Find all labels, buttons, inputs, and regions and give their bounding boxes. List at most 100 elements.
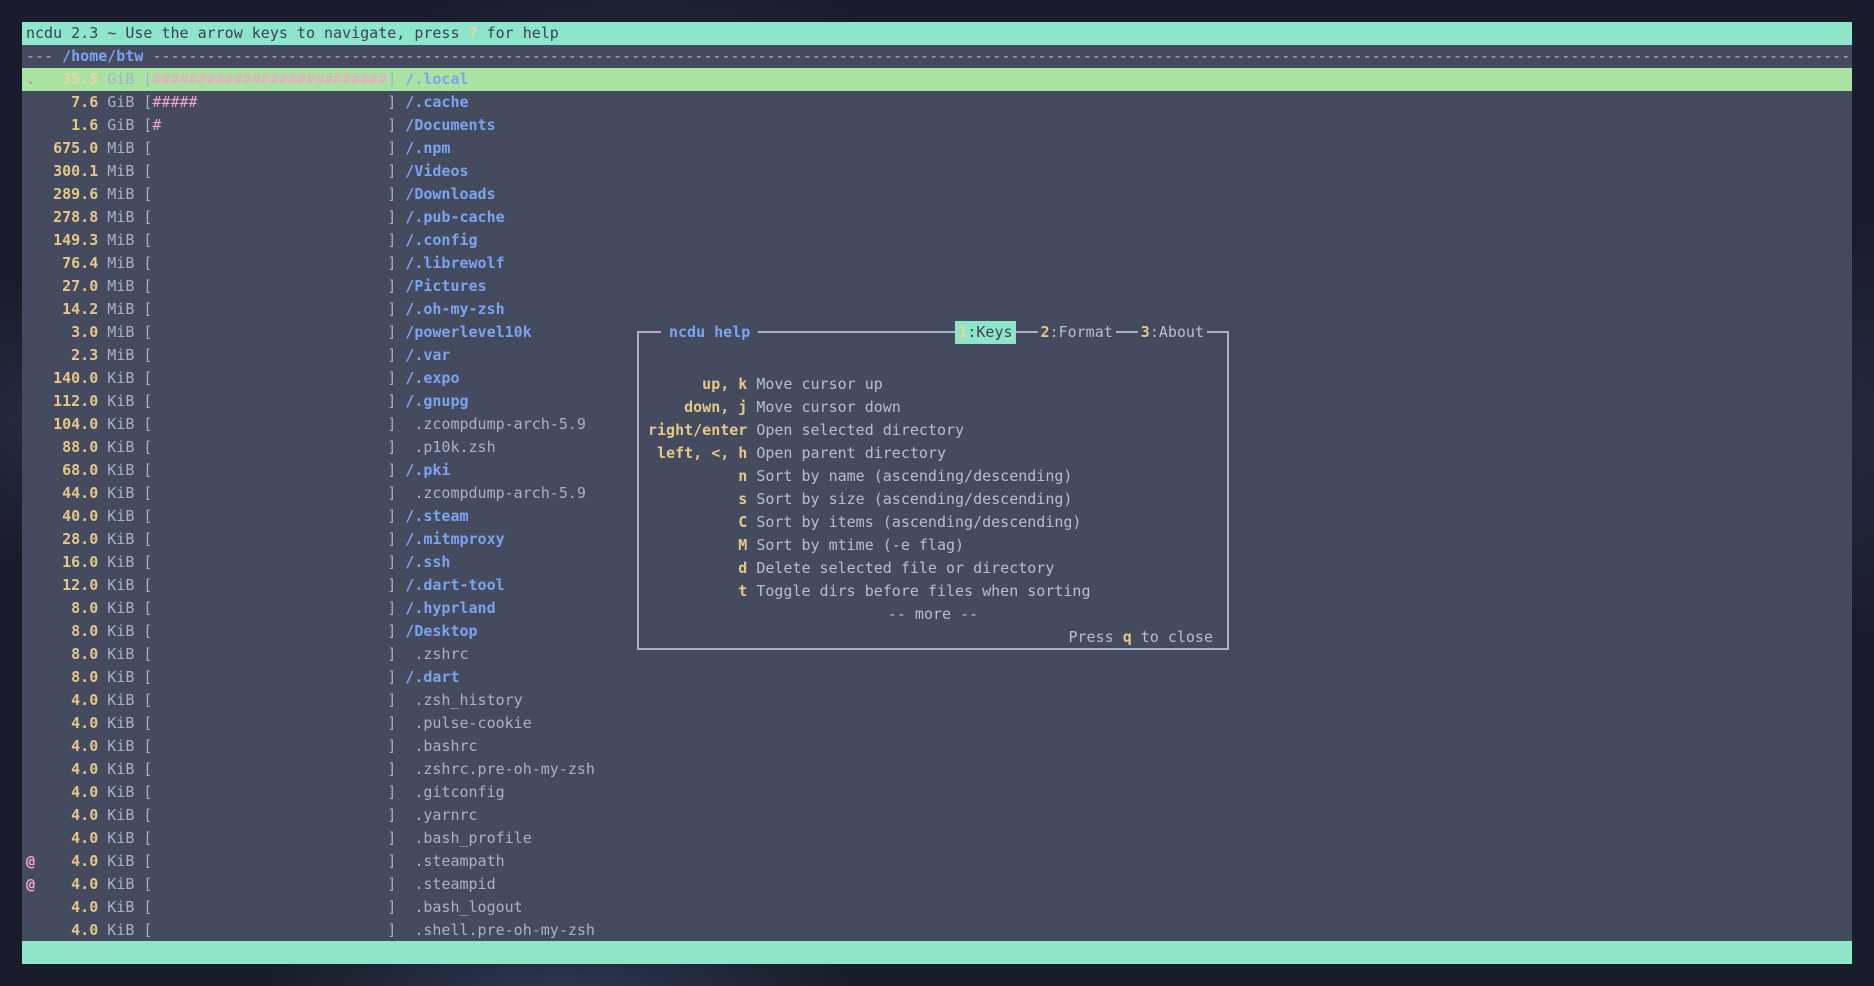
file-row[interactable]: 4.0 KiB [ ] .shell.pre-oh-my-zsh: [22, 919, 1852, 941]
file-row[interactable]: 76.4 MiB [ ] /.librewolf: [22, 252, 1852, 275]
file-size: 4.0: [44, 804, 98, 827]
file-size: 300.1: [44, 160, 98, 183]
file-row[interactable]: 300.1 MiB [ ] /Videos: [22, 160, 1852, 183]
file-flag: [26, 231, 35, 249]
file-name: /Desktop: [405, 622, 477, 640]
file-row[interactable]: 4.0 KiB [ ] .bash_profile: [22, 827, 1852, 850]
usage-bar: [152, 760, 387, 778]
file-row[interactable]: 278.8 MiB [ ] /.pub-cache: [22, 206, 1852, 229]
bar-bracket-close: ]: [387, 576, 396, 594]
file-flag: [26, 898, 35, 916]
file-name: .shell.pre-oh-my-zsh: [405, 921, 595, 939]
file-name: /.pki: [405, 461, 450, 479]
file-row[interactable]: @ 4.0 KiB [ ] .steampath: [22, 850, 1852, 873]
help-entry-desc: Delete selected file or directory: [756, 557, 1054, 580]
file-row[interactable]: 4.0 KiB [ ] .bash_logout: [22, 896, 1852, 919]
help-entry: tToggle dirs before files when sorting: [639, 580, 1227, 603]
usage-bar: [152, 438, 387, 456]
help-entry-key: left, <, h: [648, 442, 747, 465]
bar-bracket-close: ]: [387, 783, 396, 801]
usage-bar: [152, 392, 387, 410]
file-row[interactable]: 4.0 KiB [ ] .zshrc.pre-oh-my-zsh: [22, 758, 1852, 781]
file-row[interactable]: . 35.5 GiB [##########################] …: [22, 68, 1852, 91]
file-flag: [26, 392, 35, 410]
help-entry-key: s: [648, 488, 747, 511]
help-entry: CSort by items (ascending/descending): [639, 511, 1227, 534]
file-name: /.ssh: [405, 553, 450, 571]
file-flag: [26, 553, 35, 571]
help-dialog-tab[interactable]: 3:About: [1138, 321, 1207, 344]
help-entry-desc: Move cursor up: [756, 373, 882, 396]
usage-bar: [152, 415, 387, 433]
file-row[interactable]: 149.3 MiB [ ] /.config: [22, 229, 1852, 252]
usage-bar: [152, 691, 387, 709]
file-name: /powerlevel10k: [405, 323, 531, 341]
usage-bar: [152, 461, 387, 479]
file-row[interactable]: 8.0 KiB [ ] /.dart: [22, 666, 1852, 689]
current-path: /home/btw: [62, 45, 143, 68]
file-flag: @: [26, 852, 35, 870]
bar-bracket-close: ]: [387, 461, 396, 479]
file-row[interactable]: 675.0 MiB [ ] /.npm: [22, 137, 1852, 160]
file-size-unit: KiB: [107, 898, 134, 916]
file-name: /.npm: [405, 139, 450, 157]
file-name: /.cache: [405, 93, 468, 111]
file-flag: [26, 162, 35, 180]
title-bar-text: ncdu 2.3 ~ Use the arrow keys to navigat…: [26, 24, 469, 42]
usage-bar: [152, 231, 387, 249]
help-entry-key: right/enter: [648, 419, 747, 442]
file-size: 4.0: [44, 735, 98, 758]
file-size: 4.0: [44, 850, 98, 873]
usage-bar: [152, 507, 387, 525]
path-prefix-dashes: ---: [26, 45, 62, 68]
bar-bracket-close: ]: [387, 507, 396, 525]
bar-bracket-close: ]: [387, 300, 396, 318]
file-name: .bash_profile: [405, 829, 531, 847]
bar-bracket-close: ]: [387, 760, 396, 778]
file-flag: [26, 438, 35, 456]
file-row[interactable]: 4.0 KiB [ ] .pulse-cookie: [22, 712, 1852, 735]
usage-bar: [152, 829, 387, 847]
file-flag: [26, 139, 35, 157]
bar-bracket-close: ]: [387, 898, 396, 916]
file-size-unit: MiB: [107, 300, 134, 318]
help-entry-key: n: [648, 465, 747, 488]
help-dialog: ncdu help 1:Keys 2:Format 3:About up, kM…: [637, 331, 1229, 650]
bar-bracket-close: ]: [387, 829, 396, 847]
usage-bar: [152, 185, 387, 203]
file-row[interactable]: 4.0 KiB [ ] .yarnrc: [22, 804, 1852, 827]
bar-bracket-close: ]: [387, 599, 396, 617]
file-row[interactable]: 7.6 GiB [##### ] /.cache: [22, 91, 1852, 114]
file-flag: [26, 346, 35, 364]
file-row[interactable]: 1.6 GiB [# ] /Documents: [22, 114, 1852, 137]
file-flag: [26, 806, 35, 824]
file-row[interactable]: 4.0 KiB [ ] .bashrc: [22, 735, 1852, 758]
usage-bar: [152, 852, 387, 870]
file-size: 28.0: [44, 528, 98, 551]
file-flag: [26, 714, 35, 732]
file-flag: [26, 599, 35, 617]
file-size-unit: KiB: [107, 829, 134, 847]
file-flag: [26, 576, 35, 594]
file-row[interactable]: 27.0 MiB [ ] /Pictures: [22, 275, 1852, 298]
file-flag: [26, 415, 35, 433]
file-row[interactable]: 14.2 MiB [ ] /.oh-my-zsh: [22, 298, 1852, 321]
help-entry-desc: Sort by size (ascending/descending): [756, 488, 1072, 511]
close-key: q: [1123, 628, 1132, 646]
file-row[interactable]: 4.0 KiB [ ] .gitconfig: [22, 781, 1852, 804]
help-dialog-tab[interactable]: 1:Keys: [955, 321, 1015, 344]
file-size: 4.0: [44, 919, 98, 941]
file-size-unit: KiB: [107, 530, 134, 548]
file-name: /Documents: [405, 116, 495, 134]
file-row[interactable]: 289.6 MiB [ ] /Downloads: [22, 183, 1852, 206]
usage-bar: [152, 921, 387, 939]
file-name: .bashrc: [405, 737, 477, 755]
file-size: 4.0: [44, 873, 98, 896]
file-row[interactable]: 4.0 KiB [ ] .zsh_history: [22, 689, 1852, 712]
help-dialog-tab[interactable]: 2:Format: [1038, 321, 1116, 344]
bar-bracket-close: ]: [387, 415, 396, 433]
help-close-hint: Press q to close: [639, 626, 1227, 649]
help-entry: up, kMove cursor up: [639, 373, 1227, 396]
file-row[interactable]: @ 4.0 KiB [ ] .steampid: [22, 873, 1852, 896]
file-size: 4.0: [44, 689, 98, 712]
